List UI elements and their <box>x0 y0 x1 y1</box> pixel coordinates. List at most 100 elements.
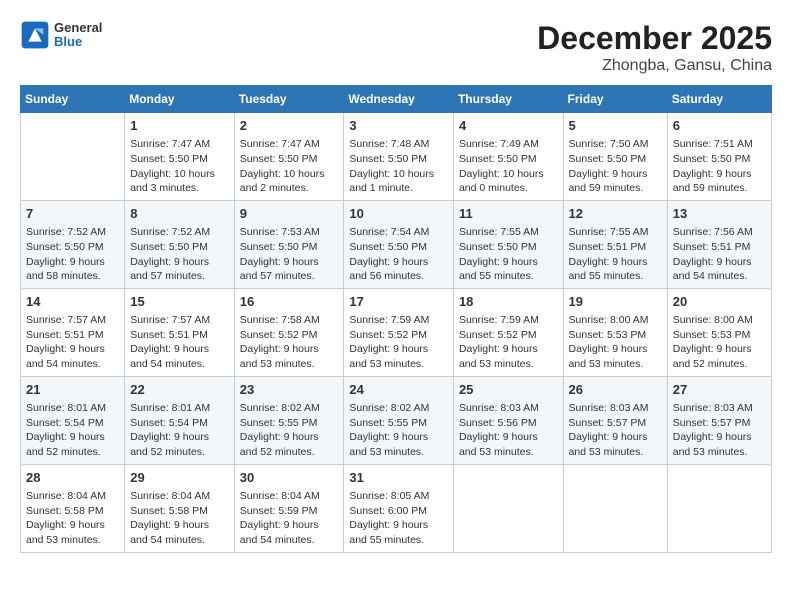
day-number: 10 <box>349 205 448 223</box>
day-content: Sunrise: 7:58 AMSunset: 5:52 PMDaylight:… <box>240 313 339 372</box>
day-cell: 8 Sunrise: 7:52 AMSunset: 5:50 PMDaylight… <box>125 200 235 288</box>
day-cell <box>21 113 125 201</box>
day-content: Sunrise: 7:52 AMSunset: 5:50 PMDaylight:… <box>130 225 229 284</box>
day-cell <box>563 464 667 552</box>
day-number: 14 <box>26 293 119 311</box>
day-cell: 24 Sunrise: 8:02 AMSunset: 5:55 PMDayligh… <box>344 376 454 464</box>
day-cell: 15Sunrise: 7:57 AMSunset: 5:51 PMDayligh… <box>125 288 235 376</box>
day-number: 24 <box>349 381 448 399</box>
day-content: Sunrise: 8:04 AMSunset: 5:58 PMDaylight:… <box>26 489 119 548</box>
calendar-title: December 2025 <box>537 20 772 57</box>
day-content: Sunrise: 8:00 AMSunset: 5:53 PMDaylight:… <box>569 313 662 372</box>
header-cell-thursday: Thursday <box>453 86 563 113</box>
day-content: Sunrise: 7:47 AMSunset: 5:50 PMDaylight:… <box>240 137 339 196</box>
day-number: 5 <box>569 117 662 135</box>
day-cell: 11 Sunrise: 7:55 AMSunset: 5:50 PMDayligh… <box>453 200 563 288</box>
header-cell-friday: Friday <box>563 86 667 113</box>
day-cell: 25 Sunrise: 8:03 AMSunset: 5:56 PMDayligh… <box>453 376 563 464</box>
day-number: 29 <box>130 469 229 487</box>
day-content: Sunrise: 8:02 AMSunset: 5:55 PMDaylight:… <box>240 401 339 460</box>
day-content: Sunrise: 7:55 AMSunset: 5:50 PMDaylight:… <box>459 225 558 284</box>
day-number: 23 <box>240 381 339 399</box>
day-content: Sunrise: 7:50 AMSunset: 5:50 PMDaylight:… <box>569 137 662 196</box>
day-content: Sunrise: 8:03 AMSunset: 5:57 PMDaylight:… <box>673 401 766 460</box>
day-number: 8 <box>130 205 229 223</box>
day-cell: 30 Sunrise: 8:04 AMSunset: 5:59 PMDayligh… <box>234 464 344 552</box>
day-content: Sunrise: 8:01 AMSunset: 5:54 PMDaylight:… <box>130 401 229 460</box>
day-cell: 2 Sunrise: 7:47 AMSunset: 5:50 PMDaylight… <box>234 113 344 201</box>
day-cell: 3 Sunrise: 7:48 AMSunset: 5:50 PMDaylight… <box>344 113 454 201</box>
day-content: Sunrise: 8:05 AMSunset: 6:00 PMDaylight:… <box>349 489 448 548</box>
day-content: Sunrise: 8:04 AMSunset: 5:59 PMDaylight:… <box>240 489 339 548</box>
day-cell <box>453 464 563 552</box>
day-cell: 13Sunrise: 7:56 AMSunset: 5:51 PMDayligh… <box>667 200 771 288</box>
day-cell: 23 Sunrise: 8:02 AMSunset: 5:55 PMDayligh… <box>234 376 344 464</box>
day-cell: 27 Sunrise: 8:03 AMSunset: 5:57 PMDayligh… <box>667 376 771 464</box>
calendar-header: SundayMondayTuesdayWednesdayThursdayFrid… <box>21 86 772 113</box>
day-number: 20 <box>673 293 766 311</box>
day-number: 13 <box>673 205 766 223</box>
day-content: Sunrise: 7:53 AMSunset: 5:50 PMDaylight:… <box>240 225 339 284</box>
day-number: 22 <box>130 381 229 399</box>
calendar-table: SundayMondayTuesdayWednesdayThursdayFrid… <box>20 85 772 553</box>
day-content: Sunrise: 7:55 AMSunset: 5:51 PMDaylight:… <box>569 225 662 284</box>
day-cell: 16 Sunrise: 7:58 AMSunset: 5:52 PMDayligh… <box>234 288 344 376</box>
week-row-5: 28Sunrise: 8:04 AMSunset: 5:58 PMDayligh… <box>21 464 772 552</box>
calendar-subtitle: Zhongba, Gansu, China <box>537 57 772 75</box>
day-cell: 14 Sunrise: 7:57 AMSunset: 5:51 PMDayligh… <box>21 288 125 376</box>
day-cell: 26Sunrise: 8:03 AMSunset: 5:57 PMDayligh… <box>563 376 667 464</box>
day-content: Sunrise: 8:03 AMSunset: 5:57 PMDaylight:… <box>569 401 662 460</box>
day-cell: 10Sunrise: 7:54 AMSunset: 5:50 PMDayligh… <box>344 200 454 288</box>
day-number: 17 <box>349 293 448 311</box>
day-cell <box>667 464 771 552</box>
day-cell: 9Sunrise: 7:53 AMSunset: 5:50 PMDaylight… <box>234 200 344 288</box>
day-cell: 17Sunrise: 7:59 AMSunset: 5:52 PMDayligh… <box>344 288 454 376</box>
day-cell: 22 Sunrise: 8:01 AMSunset: 5:54 PMDayligh… <box>125 376 235 464</box>
header-row: SundayMondayTuesdayWednesdayThursdayFrid… <box>21 86 772 113</box>
logo-blue: Blue <box>54 35 102 49</box>
day-content: Sunrise: 7:57 AMSunset: 5:51 PMDaylight:… <box>130 313 229 372</box>
title-block: December 2025 Zhongba, Gansu, China <box>537 20 772 75</box>
day-number: 7 <box>26 205 119 223</box>
day-cell: 4 Sunrise: 7:49 AMSunset: 5:50 PMDaylight… <box>453 113 563 201</box>
day-content: Sunrise: 7:57 AMSunset: 5:51 PMDaylight:… <box>26 313 119 372</box>
logo-text: General Blue <box>54 21 102 50</box>
day-cell: 1Sunrise: 7:47 AMSunset: 5:50 PMDaylight… <box>125 113 235 201</box>
day-content: Sunrise: 8:02 AMSunset: 5:55 PMDaylight:… <box>349 401 448 460</box>
day-number: 30 <box>240 469 339 487</box>
day-number: 1 <box>130 117 229 135</box>
day-number: 27 <box>673 381 766 399</box>
day-number: 11 <box>459 205 558 223</box>
header-cell-tuesday: Tuesday <box>234 86 344 113</box>
logo: General Blue <box>20 20 102 50</box>
day-number: 21 <box>26 381 119 399</box>
day-number: 18 <box>459 293 558 311</box>
day-cell: 6Sunrise: 7:51 AMSunset: 5:50 PMDaylight… <box>667 113 771 201</box>
day-content: Sunrise: 7:52 AMSunset: 5:50 PMDaylight:… <box>26 225 119 284</box>
day-content: Sunrise: 8:00 AMSunset: 5:53 PMDaylight:… <box>673 313 766 372</box>
day-cell: 29Sunrise: 8:04 AMSunset: 5:58 PMDayligh… <box>125 464 235 552</box>
header-cell-saturday: Saturday <box>667 86 771 113</box>
day-number: 16 <box>240 293 339 311</box>
day-cell: 7 Sunrise: 7:52 AMSunset: 5:50 PMDaylight… <box>21 200 125 288</box>
day-content: Sunrise: 8:03 AMSunset: 5:56 PMDaylight:… <box>459 401 558 460</box>
day-number: 25 <box>459 381 558 399</box>
week-row-2: 7 Sunrise: 7:52 AMSunset: 5:50 PMDaylight… <box>21 200 772 288</box>
day-cell: 20 Sunrise: 8:00 AMSunset: 5:53 PMDayligh… <box>667 288 771 376</box>
day-number: 12 <box>569 205 662 223</box>
day-content: Sunrise: 7:49 AMSunset: 5:50 PMDaylight:… <box>459 137 558 196</box>
week-row-3: 14 Sunrise: 7:57 AMSunset: 5:51 PMDayligh… <box>21 288 772 376</box>
day-cell: 28Sunrise: 8:04 AMSunset: 5:58 PMDayligh… <box>21 464 125 552</box>
day-cell: 21Sunrise: 8:01 AMSunset: 5:54 PMDayligh… <box>21 376 125 464</box>
day-number: 3 <box>349 117 448 135</box>
calendar-body: 1 Sunrise: 7:47 AMSunset: 5:50 PMDaylight… <box>21 113 772 553</box>
day-cell: 19Sunrise: 8:00 AMSunset: 5:53 PMDayligh… <box>563 288 667 376</box>
day-content: Sunrise: 7:48 AMSunset: 5:50 PMDaylight:… <box>349 137 448 196</box>
day-number: 4 <box>459 117 558 135</box>
day-number: 31 <box>349 469 448 487</box>
header-cell-wednesday: Wednesday <box>344 86 454 113</box>
day-content: Sunrise: 7:51 AMSunset: 5:50 PMDaylight:… <box>673 137 766 196</box>
week-row-1: 1 Sunrise: 7:47 AMSunset: 5:50 PMDaylight… <box>21 113 772 201</box>
day-cell: 31 Sunrise: 8:05 AMSunset: 6:00 PMDayligh… <box>344 464 454 552</box>
day-number: 2 <box>240 117 339 135</box>
